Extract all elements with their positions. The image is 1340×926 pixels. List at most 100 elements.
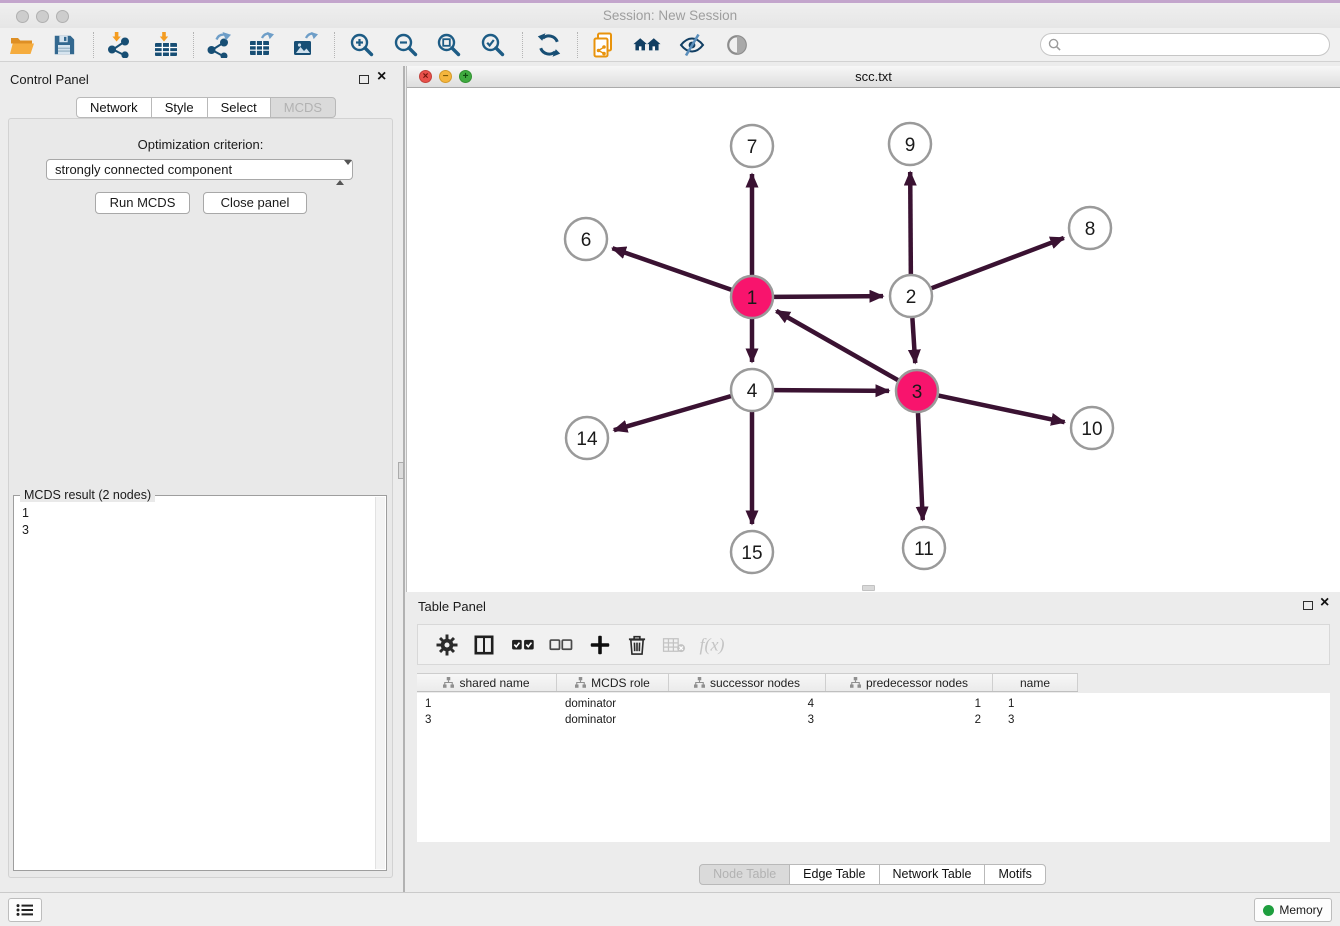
graph-node-14[interactable]: 14 bbox=[566, 417, 608, 459]
zoom-selected-icon[interactable] bbox=[479, 31, 507, 59]
import-network-icon[interactable] bbox=[105, 31, 133, 59]
hierarchy-sort-icon bbox=[694, 677, 705, 688]
column-header-predecessor-nodes[interactable]: predecessor nodes bbox=[826, 674, 993, 691]
graph-edge-3-10[interactable] bbox=[939, 396, 1065, 423]
graph-node-6[interactable]: 6 bbox=[565, 218, 607, 260]
toolbar-separator bbox=[577, 32, 578, 58]
svg-text:1: 1 bbox=[747, 288, 758, 309]
optimization-criterion-label: Optimization criterion: bbox=[9, 137, 392, 152]
close-panel-icon[interactable]: × bbox=[377, 68, 386, 86]
svg-text:4: 4 bbox=[747, 381, 758, 402]
window-title: Session: New Session bbox=[0, 3, 1340, 28]
zoom-fit-icon[interactable] bbox=[435, 31, 463, 59]
splitter-handle[interactable] bbox=[398, 462, 404, 479]
tab-motifs[interactable]: Motifs bbox=[984, 864, 1045, 885]
tab-node-table[interactable]: Node Table bbox=[699, 864, 790, 885]
svg-text:14: 14 bbox=[576, 429, 598, 450]
column-header-mcds-role[interactable]: MCDS role bbox=[557, 674, 669, 691]
table-body: 1 dominator 4 1 1 3 dominator 3 2 3 bbox=[417, 693, 1330, 842]
select-stepper-icon bbox=[336, 163, 346, 178]
graph-edge-1-6[interactable] bbox=[612, 248, 731, 290]
control-panel-tabs: Network Style Select MCDS bbox=[77, 97, 336, 118]
graph-edge-4-3[interactable] bbox=[774, 390, 889, 391]
tab-mcds[interactable]: MCDS bbox=[270, 97, 336, 118]
toolbar-separator bbox=[334, 32, 335, 58]
control-panel: Control Panel × Network Style Select MCD… bbox=[0, 66, 403, 892]
save-session-icon[interactable] bbox=[50, 31, 78, 59]
zoom-out-icon[interactable] bbox=[392, 31, 420, 59]
table-row[interactable]: 1 dominator 4 1 1 bbox=[417, 696, 1078, 712]
graph-node-10[interactable]: 10 bbox=[1071, 407, 1113, 449]
network-window-titlebar[interactable]: × − + scc.txt bbox=[407, 66, 1340, 88]
show-home-networks-icon[interactable] bbox=[633, 31, 661, 59]
criterion-select[interactable]: strongly connected component bbox=[46, 159, 353, 180]
show-all-icon[interactable] bbox=[723, 31, 751, 59]
network-view-window: × − + scc.txt 7 9 6 8 1 2 4 3 14 10 15 11 bbox=[406, 66, 1340, 592]
table-settings-icon[interactable] bbox=[437, 634, 458, 655]
svg-text:2: 2 bbox=[906, 287, 917, 308]
toggle-columns-icon[interactable] bbox=[474, 635, 494, 655]
graph-edge-2-8[interactable] bbox=[932, 238, 1064, 288]
table-row[interactable]: 3 dominator 3 2 3 bbox=[417, 712, 1078, 728]
graph-node-11[interactable]: 11 bbox=[903, 527, 945, 569]
graph-node-1[interactable]: 1 bbox=[731, 276, 773, 318]
graph-edge-1-2[interactable] bbox=[774, 296, 883, 297]
hierarchy-sort-icon bbox=[850, 677, 861, 688]
graph-node-8[interactable]: 8 bbox=[1069, 207, 1111, 249]
column-header-successor-nodes[interactable]: successor nodes bbox=[669, 674, 826, 691]
graph-edge-2-3[interactable] bbox=[912, 318, 915, 363]
export-table-icon[interactable] bbox=[247, 31, 275, 59]
zoom-in-icon[interactable] bbox=[348, 31, 376, 59]
run-mcds-button[interactable]: Run MCDS bbox=[95, 192, 190, 214]
result-scrollbar[interactable] bbox=[375, 497, 385, 869]
search-box[interactable] bbox=[1040, 33, 1330, 56]
hide-others-icon[interactable] bbox=[678, 31, 706, 59]
tab-edge-table[interactable]: Edge Table bbox=[789, 864, 879, 885]
export-image-icon[interactable] bbox=[291, 31, 319, 59]
tab-network[interactable]: Network bbox=[76, 97, 152, 118]
refresh-view-icon[interactable] bbox=[535, 31, 563, 59]
graph-node-9[interactable]: 9 bbox=[889, 123, 931, 165]
graph-edge-4-14[interactable] bbox=[614, 396, 731, 430]
graph-edge-3-11[interactable] bbox=[918, 413, 923, 520]
float-panel-icon[interactable] bbox=[359, 75, 369, 84]
close-table-panel-icon[interactable]: × bbox=[1320, 594, 1329, 612]
network-canvas[interactable]: 7 9 6 8 1 2 4 3 14 10 15 11 bbox=[407, 88, 1340, 592]
open-session-icon[interactable] bbox=[8, 31, 36, 59]
column-header-shared-name[interactable]: shared name bbox=[417, 674, 557, 691]
delete-column-icon[interactable] bbox=[663, 636, 686, 653]
tab-style[interactable]: Style bbox=[151, 97, 208, 118]
import-table-icon[interactable] bbox=[152, 31, 180, 59]
graph-node-15[interactable]: 15 bbox=[731, 531, 773, 573]
graph-node-2[interactable]: 2 bbox=[890, 275, 932, 317]
export-network-icon[interactable] bbox=[205, 31, 233, 59]
deselect-all-rows-icon[interactable] bbox=[549, 637, 573, 652]
memory-status-icon bbox=[1263, 905, 1274, 916]
tab-network-table[interactable]: Network Table bbox=[879, 864, 986, 885]
add-column-icon[interactable] bbox=[590, 634, 611, 655]
graph-edge-3-1[interactable] bbox=[776, 311, 898, 380]
table-panel: Table Panel × f(x) shared name bbox=[406, 592, 1340, 892]
select-all-rows-icon[interactable] bbox=[511, 637, 535, 652]
network-graph: 7 9 6 8 1 2 4 3 14 10 15 11 bbox=[407, 88, 1340, 592]
memory-button[interactable]: Memory bbox=[1254, 898, 1332, 922]
copy-network-icon[interactable] bbox=[590, 31, 618, 59]
close-panel-button[interactable]: Close panel bbox=[203, 192, 307, 214]
task-history-button[interactable] bbox=[8, 898, 42, 922]
tab-select[interactable]: Select bbox=[207, 97, 271, 118]
delete-row-icon[interactable] bbox=[628, 634, 647, 656]
vertical-splitter[interactable] bbox=[403, 66, 405, 892]
search-input[interactable] bbox=[1061, 38, 1329, 52]
table-panel-title: Table Panel bbox=[418, 599, 486, 614]
graph-node-3[interactable]: 3 bbox=[896, 370, 938, 412]
canvas-resize-handle[interactable] bbox=[862, 585, 875, 591]
float-table-panel-icon[interactable] bbox=[1303, 601, 1313, 610]
graph-node-4[interactable]: 4 bbox=[731, 369, 773, 411]
svg-text:11: 11 bbox=[914, 539, 934, 560]
table-tabs: Node Table Edge Table Network Table Moti… bbox=[406, 864, 1340, 885]
toolbar-separator bbox=[193, 32, 194, 58]
graph-edge-2-9[interactable] bbox=[910, 172, 911, 274]
column-header-name[interactable]: name bbox=[993, 674, 1078, 691]
graph-node-7[interactable]: 7 bbox=[731, 125, 773, 167]
apply-function-icon[interactable]: f(x) bbox=[700, 634, 725, 655]
